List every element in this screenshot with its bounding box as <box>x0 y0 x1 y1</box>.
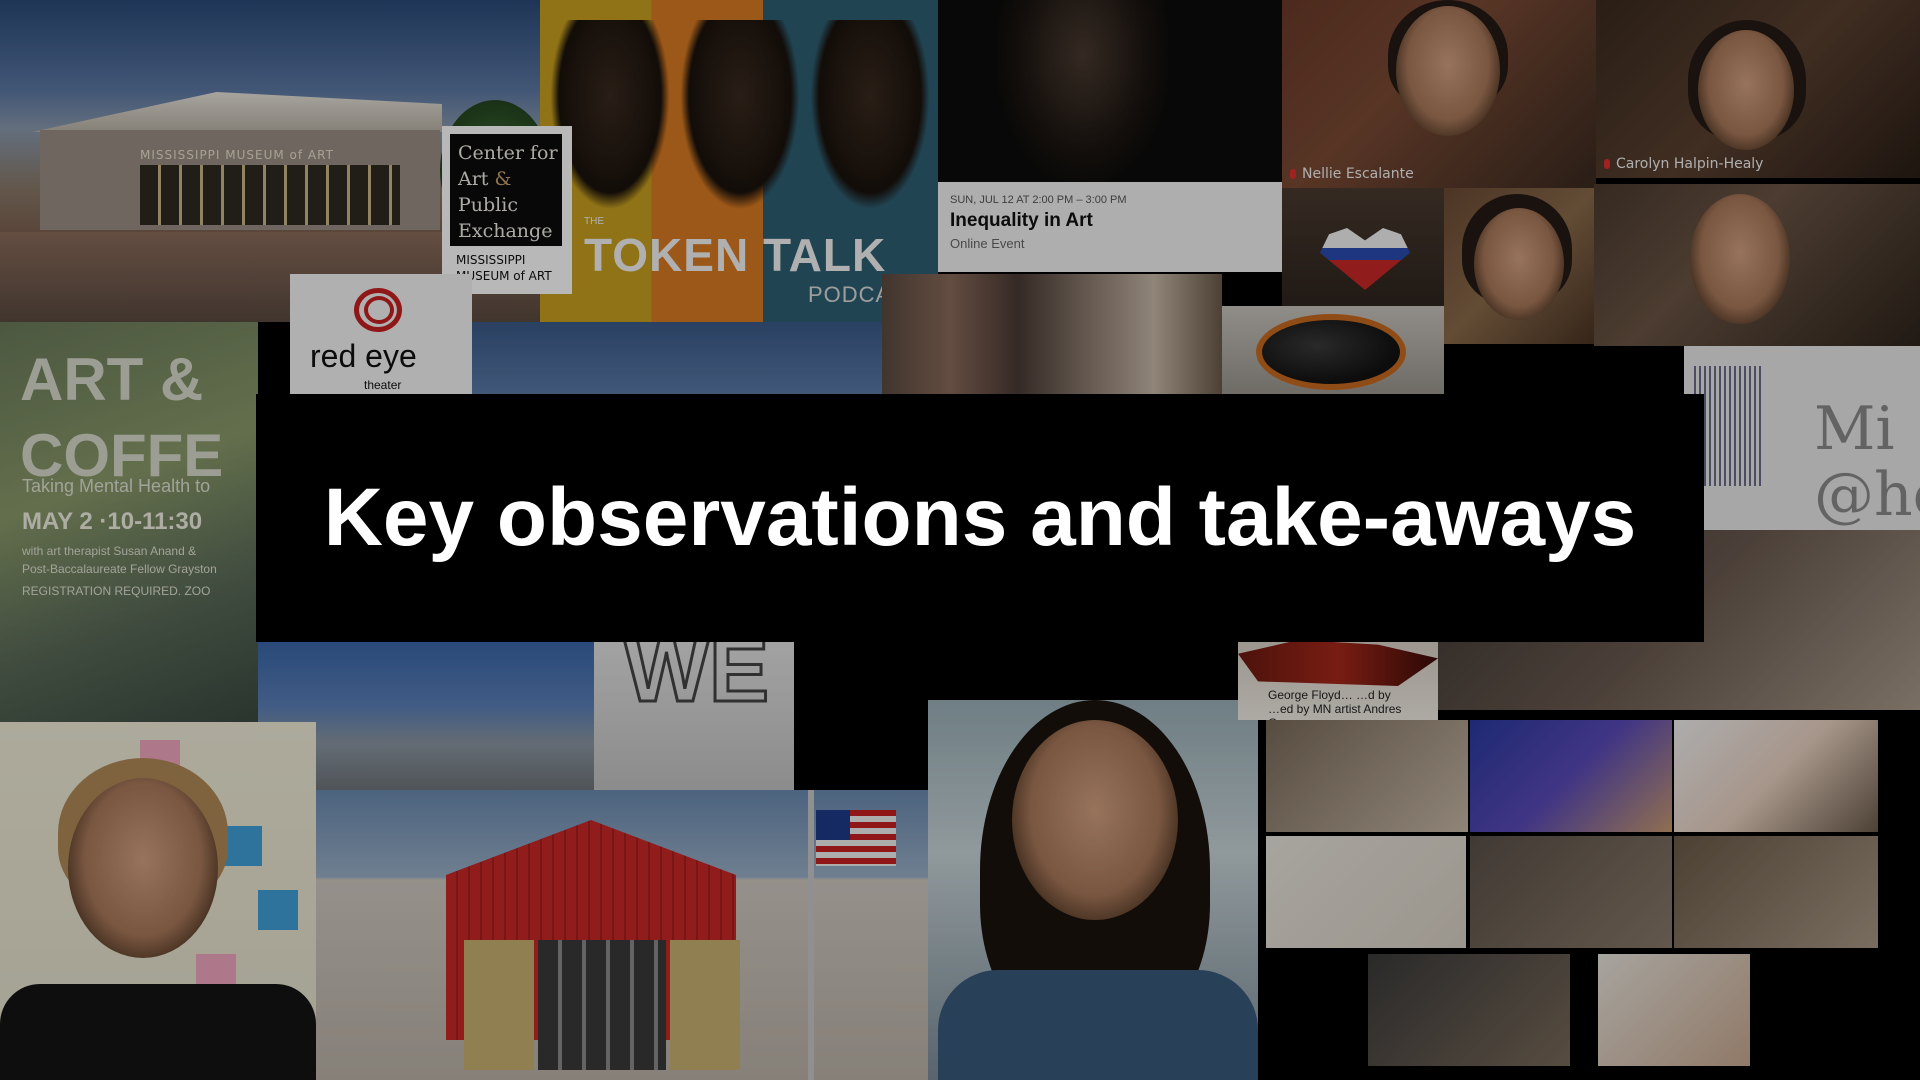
woman-portrait-left <box>0 722 316 1080</box>
participant-face <box>1690 194 1790 324</box>
us-flag <box>816 810 896 866</box>
device-photo <box>1222 306 1444 394</box>
participant-name-label: Carolyn Halpin-Healy <box>1604 156 1763 172</box>
zoom-grid-cell <box>1598 954 1750 1066</box>
participant-name-label: Nellie Escalante <box>1290 166 1414 182</box>
capex-logo-box: Center for Art & Public Exchange <box>450 134 562 246</box>
barn-door <box>670 940 740 1070</box>
podcast-host-photo <box>680 20 800 210</box>
zoom-grid-cell <box>1266 836 1466 948</box>
zoom-tile-oldman <box>1594 184 1920 346</box>
art-coffee-detail: with art therapist Susan Anand & <box>22 544 197 558</box>
podcast-host-photo <box>810 20 930 210</box>
art-coffee-sub: Taking Mental Health to <box>22 476 211 496</box>
speaker-photo <box>998 0 1168 182</box>
zoom-tile-headset <box>1444 188 1594 344</box>
mic-icon <box>1604 159 1610 169</box>
portrait-strip <box>882 274 1222 394</box>
capex-logo: Center for Art & Public Exchange MISSISS… <box>442 126 572 294</box>
swirl-icon <box>364 296 394 324</box>
art-coffee-date: MAY 2 ·10-11:30 <box>22 508 203 535</box>
woman-portrait-center <box>928 700 1258 1080</box>
sky-photo <box>472 322 882 394</box>
speaker-device <box>1256 314 1406 390</box>
sculpture-photo <box>1238 640 1438 686</box>
artwork-caption-tile: George Floyd… …d by …ed by MN artist And… <box>1238 640 1438 720</box>
mic-icon <box>1290 169 1296 179</box>
zoom-tile-carolyn: Carolyn Halpin-Healy <box>1596 0 1920 178</box>
art-coffee-detail: REGISTRATION REQUIRED. ZOO <box>22 584 211 598</box>
event-date: SUN, JUL 12 AT 2:00 PM – 3:00 PM <box>950 194 1127 206</box>
flag-pole <box>808 790 814 1080</box>
heart-flag-icon <box>1320 228 1410 290</box>
barn-entry <box>538 940 666 1070</box>
red-eye-name: red eye <box>310 338 417 374</box>
art-coffee-headline: ART & COFFE <box>20 346 224 489</box>
slide-title: Key observations and take-aways <box>323 472 1637 563</box>
art-coffee-flyer: ART & COFFE Taking Mental Health to MAY … <box>0 322 258 722</box>
capex-line: Public <box>458 194 518 216</box>
participant-face <box>1474 208 1564 320</box>
artwork-caption: George Floyd… …d by …ed by MN artist And… <box>1268 688 1402 720</box>
event-card: SUN, JUL 12 AT 2:00 PM – 3:00 PM Inequal… <box>938 182 1282 272</box>
zoom-grid-cell <box>1674 836 1878 948</box>
slide: MISSISSIPPI MUSEUM of ART THE TOKEN TALK… <box>0 0 1920 1080</box>
capex-line: Center for <box>458 142 558 164</box>
capex-foot-line: MUSEUM of ART <box>456 269 552 283</box>
zoom-grid-cell <box>1470 836 1672 948</box>
event-type: Online Event <box>950 236 1025 251</box>
mind-at-home-text: Mi @ho <box>1814 394 1920 530</box>
participant-face <box>1698 30 1794 150</box>
zoom-grid-cell <box>1368 954 1570 1066</box>
event-tile: SUN, JUL 12 AT 2:00 PM – 3:00 PM Inequal… <box>938 0 1282 272</box>
token-talk-title: TOKEN TALK <box>584 229 887 281</box>
museum-sign: MISSISSIPPI MUSEUM of ART <box>140 148 334 162</box>
zoom-grid-cell <box>1470 720 1672 832</box>
barn-building-photo <box>316 790 928 1080</box>
barn-door <box>464 940 534 1070</box>
capex-line: Exchange <box>458 220 553 242</box>
zoom-grid-cell <box>1674 720 1878 832</box>
museum-roof <box>32 92 442 132</box>
token-talk-podcast-tile: THE TOKEN TALK PODCA <box>540 0 938 322</box>
mind-at-home-tile: Mi @ho <box>1684 346 1920 530</box>
zoom-grid-cell <box>1266 720 1468 832</box>
capex-line: Art & <box>458 168 512 190</box>
capex-foot-line: MISSISSIPPI <box>456 253 526 267</box>
participant-face <box>1396 6 1500 136</box>
zoom-tile-nellie: Nellie Escalante <box>1282 0 1596 188</box>
token-talk-sub: PODCA <box>808 282 892 307</box>
museum-windows <box>140 165 400 225</box>
event-title: Inequality in Art <box>950 210 1093 231</box>
red-eye-sub: theater <box>364 378 402 392</box>
capex-foot: MISSISSIPPI MUSEUM of ART <box>456 252 566 284</box>
barcode-graphic <box>1694 366 1764 486</box>
participant-face <box>68 778 218 958</box>
red-eye-theater-logo: red eye theater <box>290 274 472 394</box>
art-coffee-detail: Post-Baccalaureate Fellow Grayston <box>22 562 217 576</box>
title-banner: Key observations and take-aways <box>256 394 1704 642</box>
participant-face <box>1012 720 1178 920</box>
zoom-tile-heart <box>1282 188 1444 306</box>
token-talk-pre: THE <box>584 216 604 227</box>
